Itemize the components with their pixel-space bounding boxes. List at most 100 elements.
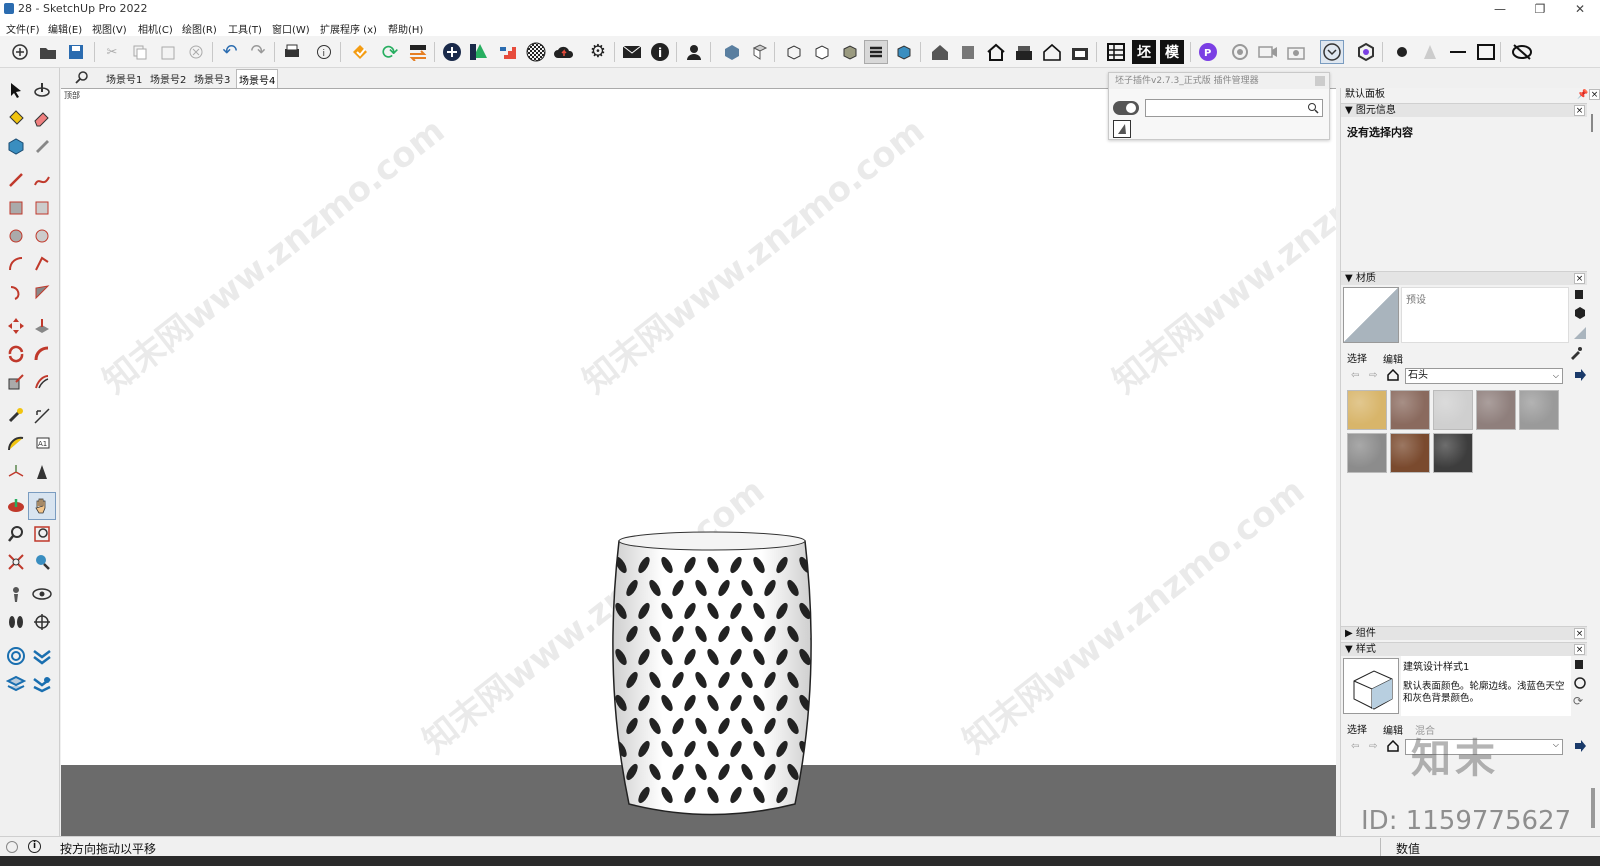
video-icon[interactable]: [1256, 40, 1280, 64]
look-around-eye-icon[interactable]: [30, 582, 54, 606]
search-icon[interactable]: [1307, 102, 1319, 114]
zoom-extents-icon[interactable]: [4, 550, 28, 574]
mail-icon[interactable]: [620, 40, 644, 64]
model-viewport[interactable]: 顶部 知末网www.znzmo.com 知末网www.znzmo.com 知末网…: [61, 88, 1336, 836]
redo-icon[interactable]: ↷: [246, 40, 270, 64]
menu-view[interactable]: 视图(V): [92, 21, 127, 36]
pin-icon[interactable]: 📌: [1577, 90, 1588, 100]
material-swatch[interactable]: [1347, 433, 1387, 473]
menu-edit[interactable]: 编辑(E): [48, 21, 82, 36]
checker-sphere-icon[interactable]: [524, 40, 548, 64]
home-icon[interactable]: [1387, 368, 1399, 381]
material-swatch[interactable]: [1390, 390, 1430, 430]
tape-tool-icon[interactable]: [4, 404, 28, 428]
menu-draw[interactable]: 绘图(R): [182, 21, 217, 36]
menu-help[interactable]: 帮助(H): [388, 21, 423, 36]
scene-tab-4[interactable]: 场景号4: [236, 69, 279, 89]
materials-tab-select[interactable]: 选择: [1347, 350, 1367, 365]
material-swatch[interactable]: [1347, 390, 1387, 430]
protractor-icon[interactable]: [4, 432, 28, 456]
update-style-icon[interactable]: ⟳: [1573, 694, 1587, 708]
styles-back-arrow-icon[interactable]: ⇦: [1351, 741, 1359, 752]
scene-tab-1[interactable]: 场景号1: [106, 71, 142, 86]
style-xray-icon[interactable]: [782, 40, 806, 64]
pan-hand-icon[interactable]: [28, 492, 56, 520]
view-right-icon[interactable]: [1012, 40, 1036, 64]
tray-scrollbar[interactable]: [1591, 114, 1593, 132]
house-icon[interactable]: [984, 40, 1008, 64]
display-style-icon[interactable]: [1573, 658, 1585, 670]
scene-tab-3[interactable]: 场景号3: [194, 71, 230, 86]
axes-tool-icon[interactable]: [4, 460, 28, 484]
erase-selection-icon[interactable]: [184, 40, 208, 64]
arc-tool-icon[interactable]: [4, 252, 28, 276]
stool-model[interactable]: [607, 529, 817, 821]
shadow-sun-icon[interactable]: [1390, 40, 1414, 64]
hide-eye-icon[interactable]: [1510, 40, 1534, 64]
close-window-button[interactable]: ✕: [1560, 1, 1600, 17]
material-name-box[interactable]: 预设: [1401, 287, 1569, 343]
style-hidden-line-icon[interactable]: [838, 40, 862, 64]
model-info-icon[interactable]: i: [312, 40, 336, 64]
menu-tools[interactable]: 工具(T): [228, 21, 262, 36]
tape-measure-icon[interactable]: [30, 134, 54, 158]
plugin-toggle[interactable]: [1113, 101, 1139, 115]
plugin-search-input[interactable]: [1145, 99, 1323, 117]
move-tool-icon[interactable]: [4, 314, 28, 338]
walk-footprints-icon[interactable]: [4, 610, 28, 634]
material-swatch[interactable]: [1519, 390, 1559, 430]
tray-close-button[interactable]: ×: [1589, 89, 1600, 100]
section-plane-icon[interactable]: [30, 610, 54, 634]
follow-me-icon[interactable]: [30, 342, 54, 366]
rotated-rectangle-icon[interactable]: [30, 196, 54, 220]
sandbox-stamp-icon[interactable]: [4, 672, 28, 696]
house-outline-icon[interactable]: [1040, 40, 1064, 64]
table-grid-icon[interactable]: [1104, 40, 1128, 64]
zoom-tool-icon[interactable]: [4, 522, 28, 546]
push-pull-icon[interactable]: [30, 314, 54, 338]
plugin-close-icon[interactable]: [1315, 76, 1325, 86]
orbit-tool-icon[interactable]: [30, 78, 54, 102]
view-back-icon[interactable]: [1068, 40, 1092, 64]
styles-details-arrow-icon[interactable]: [1573, 739, 1587, 753]
camera-icon[interactable]: [1284, 40, 1308, 64]
copy-icon[interactable]: [128, 40, 152, 64]
tree-icon[interactable]: [468, 40, 492, 64]
mo-plugin-button[interactable]: 模: [1160, 40, 1184, 64]
minimize-button[interactable]: —: [1480, 1, 1520, 17]
eraser-icon[interactable]: [30, 106, 54, 130]
sandbox-drape-icon[interactable]: [30, 672, 54, 696]
component-settings-icon[interactable]: [1354, 40, 1378, 64]
position-camera-icon[interactable]: [4, 582, 28, 606]
menu-camera[interactable]: 相机(C): [138, 21, 173, 36]
view-iso-icon[interactable]: [720, 40, 744, 64]
plugin-tool-icon[interactable]: [1113, 120, 1131, 138]
stairs-icon[interactable]: [496, 40, 520, 64]
material-library-select[interactable]: 石头 ⌵: [1405, 368, 1563, 384]
sandbox-contours-icon[interactable]: [4, 644, 28, 668]
orbit-view-icon[interactable]: [4, 494, 28, 518]
freehand-icon[interactable]: [30, 168, 54, 192]
refresh-green-icon[interactable]: ⟳: [378, 40, 402, 64]
save-icon[interactable]: [64, 40, 88, 64]
info-icon[interactable]: i: [648, 40, 672, 64]
pizi-plugin-button[interactable]: 坯: [1132, 40, 1156, 64]
display-secondary-icon[interactable]: [1573, 288, 1585, 300]
text-tool-icon[interactable]: A1: [30, 432, 54, 456]
geo-location-icon[interactable]: [6, 841, 18, 853]
orbit-camera-icon[interactable]: [1228, 40, 1252, 64]
info-circle-icon[interactable]: i: [28, 840, 41, 853]
3d-text-icon[interactable]: [30, 460, 54, 484]
material-swatch[interactable]: [1390, 433, 1430, 473]
details-arrow-icon[interactable]: [1573, 368, 1587, 382]
style-wireframe-icon[interactable]: [810, 40, 834, 64]
three-point-arc-icon[interactable]: [4, 280, 28, 304]
material-swatch[interactable]: [1433, 433, 1473, 473]
material-swatch[interactable]: [1476, 390, 1516, 430]
make-component-icon[interactable]: [4, 134, 28, 158]
default-material-icon[interactable]: [1573, 326, 1587, 340]
plugin-orange-icon[interactable]: [348, 40, 372, 64]
previous-view-icon[interactable]: [30, 550, 54, 574]
styles-home-icon[interactable]: [1387, 739, 1399, 752]
sandbox-scratch-icon[interactable]: [30, 644, 54, 668]
